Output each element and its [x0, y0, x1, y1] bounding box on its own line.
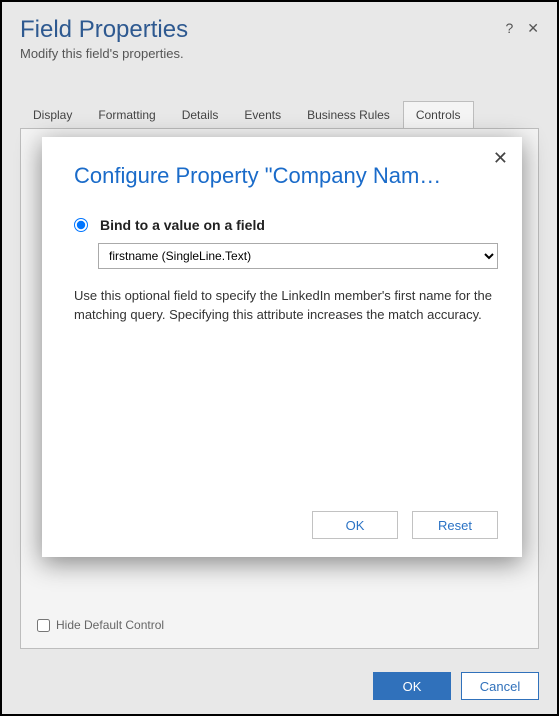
- window-header: Field Properties Modify this field's pro…: [20, 16, 539, 61]
- dialog-ok-button[interactable]: OK: [312, 511, 398, 539]
- window-titles: Field Properties Modify this field's pro…: [20, 16, 188, 61]
- tab-details[interactable]: Details: [169, 101, 232, 128]
- hide-default-control-label: Hide Default Control: [56, 618, 164, 632]
- tab-formatting[interactable]: Formatting: [85, 101, 168, 128]
- window-title: Field Properties: [20, 16, 188, 44]
- window-ok-button[interactable]: OK: [373, 672, 451, 700]
- dialog-title: Configure Property "Company Nam…: [66, 163, 486, 189]
- window-controls: ? ✕: [505, 16, 539, 37]
- bind-to-field-label: Bind to a value on a field: [100, 217, 265, 233]
- window-close-icon[interactable]: ✕: [527, 20, 539, 37]
- dialog-reset-button[interactable]: Reset: [412, 511, 498, 539]
- tab-display[interactable]: Display: [20, 101, 85, 128]
- window-footer: OK Cancel: [373, 672, 539, 700]
- hide-default-control-row[interactable]: Hide Default Control: [37, 618, 164, 632]
- window-subtitle: Modify this field's properties.: [20, 46, 188, 61]
- help-icon[interactable]: ?: [505, 20, 513, 37]
- tab-business-rules[interactable]: Business Rules: [294, 101, 403, 128]
- window-cancel-button[interactable]: Cancel: [461, 672, 539, 700]
- bind-to-field-radio[interactable]: [74, 218, 88, 232]
- dialog-footer: OK Reset: [66, 511, 498, 539]
- tab-events[interactable]: Events: [231, 101, 294, 128]
- tabs-bar: Display Formatting Details Events Busine…: [20, 101, 539, 129]
- field-select-row: firstname (SingleLine.Text): [66, 243, 498, 269]
- field-select[interactable]: firstname (SingleLine.Text): [98, 243, 498, 269]
- dialog-description: Use this optional field to specify the L…: [66, 287, 498, 325]
- configure-property-dialog: ✕ Configure Property "Company Nam… Bind …: [42, 137, 522, 557]
- dialog-close-icon[interactable]: ✕: [493, 149, 508, 167]
- hide-default-control-checkbox[interactable]: [37, 619, 50, 632]
- tab-controls[interactable]: Controls: [403, 101, 474, 128]
- bind-to-field-radio-row[interactable]: Bind to a value on a field: [66, 217, 498, 233]
